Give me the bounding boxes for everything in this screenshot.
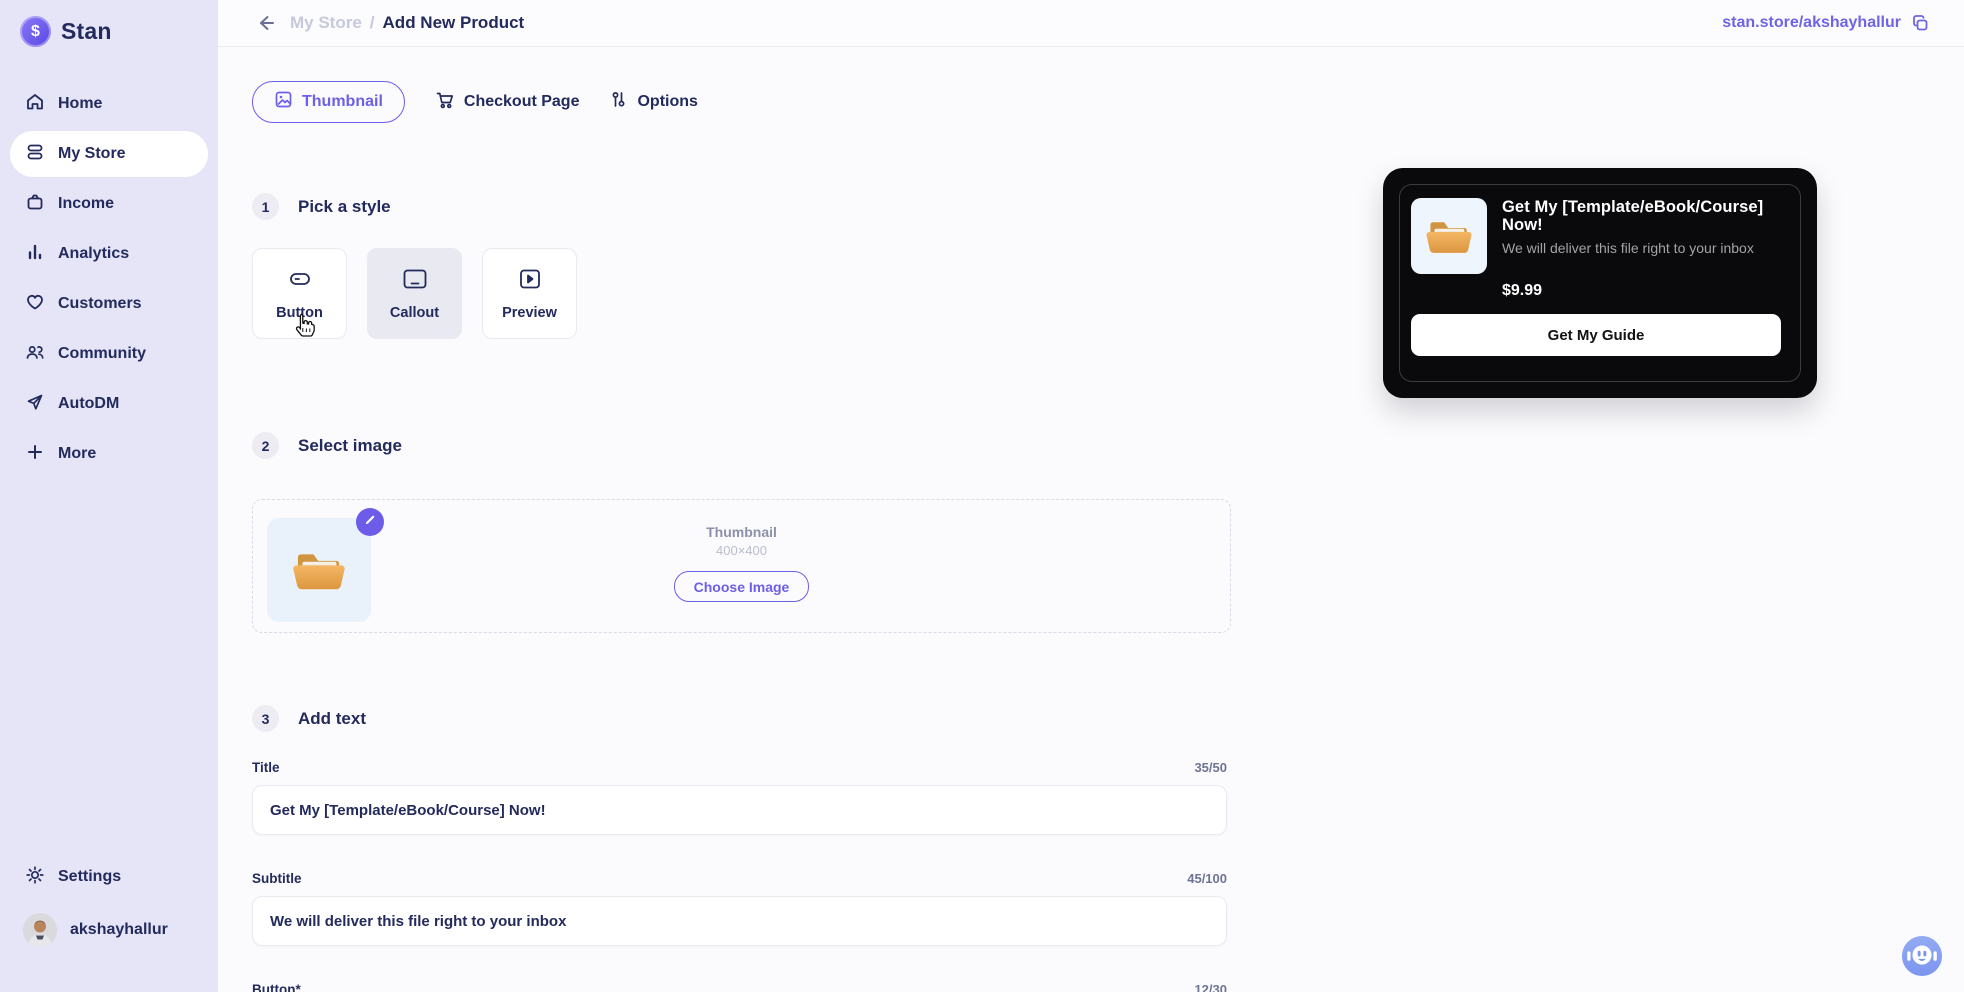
step-number-badge: 1 [252, 193, 279, 220]
sidebar-item-more[interactable]: More [10, 431, 208, 477]
step-title: Select image [298, 435, 402, 455]
title-label: Title [252, 760, 280, 775]
sidebar-item-label: Customers [58, 295, 142, 312]
preview-product-image [1411, 198, 1487, 274]
image-icon [274, 90, 293, 114]
sidebar-item-community[interactable]: Community [10, 331, 208, 377]
copy-icon[interactable] [1911, 14, 1930, 33]
preview-title: Get My [Template/eBook/Course] Now! [1502, 198, 1764, 235]
tab-bar: Thumbnail Checkout Page Options [252, 81, 698, 123]
step-number-badge: 3 [252, 705, 279, 732]
subtitle-label: Subtitle [252, 871, 302, 886]
tab-thumbnail[interactable]: Thumbnail [252, 81, 405, 123]
username: akshayhallur [70, 921, 168, 938]
brand-logo[interactable]: $ Stan [10, 16, 208, 47]
store-url-link[interactable]: stan.store/akshayhallur [1722, 14, 1901, 32]
subtitle-char-counter: 45/100 [1187, 871, 1227, 886]
step-title: Pick a style [298, 196, 391, 216]
sidebar-item-label: Community [58, 345, 146, 362]
sidebar-item-settings[interactable]: Settings [10, 854, 208, 900]
tab-label: Checkout Page [463, 93, 580, 110]
sidebar-item-income[interactable]: Income [10, 181, 208, 227]
step-3-header: 3 Add text [252, 705, 366, 732]
subtitle-field-group: Subtitle 45/100 [252, 871, 1227, 946]
style-option-label: Callout [389, 305, 440, 321]
breadcrumb-parent[interactable]: My Store [290, 13, 362, 33]
button-char-counter: 12/30 [1194, 982, 1227, 992]
preview-subtitle: We will deliver this file right to your … [1502, 239, 1754, 256]
heart-icon [25, 292, 45, 317]
tab-label: Options [637, 93, 698, 110]
image-upload-zone: Thumbnail 400×400 Choose Image [252, 499, 1231, 633]
title-input[interactable] [252, 785, 1227, 835]
sidebar-item-home[interactable]: Home [10, 81, 208, 127]
user-avatar [23, 913, 57, 947]
sidebar-item-my-store[interactable]: My Store [10, 131, 208, 177]
main-content: My Store / Add New Product stan.store/ak… [218, 0, 1964, 992]
sidebar-item-label: My Store [58, 145, 126, 162]
plus-icon [25, 442, 45, 467]
subtitle-input[interactable] [252, 896, 1227, 946]
add-text-form: Title 35/50 Subtitle 45/100 Button* 12/3… [252, 760, 1227, 992]
choose-image-button[interactable]: Choose Image [673, 571, 810, 602]
step-1-header: 1 Pick a style [252, 193, 391, 220]
breadcrumb-separator: / [369, 13, 375, 32]
people-icon [25, 342, 45, 367]
brand-name: Stan [61, 18, 112, 44]
page-title: Add New Product [382, 13, 525, 32]
sidebar-item-label: Analytics [58, 245, 130, 262]
title-field-group: Title 35/50 [252, 760, 1227, 835]
sidebar-item-autodm[interactable]: AutoDM [10, 381, 208, 427]
sidebar-item-label: Income [58, 195, 115, 212]
button-style-icon [286, 266, 314, 297]
stan-dollar-logo-icon: $ [20, 16, 51, 47]
step-title: Add text [298, 708, 366, 728]
tab-checkout-page[interactable]: Checkout Page [435, 81, 580, 123]
style-option-preview[interactable]: Preview [482, 248, 577, 339]
store-stack-icon [25, 142, 45, 167]
breadcrumb: My Store / Add New Product [290, 13, 524, 33]
sidebar-item-label: AutoDM [58, 395, 120, 412]
sidebar: $ Stan Home My Store Income Analytics Cu… [0, 0, 218, 992]
title-char-counter: 35/50 [1194, 760, 1227, 775]
bar-chart-icon [25, 242, 45, 267]
tab-label: Thumbnail [302, 93, 383, 110]
sidebar-item-analytics[interactable]: Analytics [10, 231, 208, 277]
upload-dimensions: 400×400 [716, 543, 767, 558]
sidebar-user[interactable]: akshayhallur [10, 906, 208, 954]
step-2-header: 2 Select image [252, 432, 402, 459]
preview-cta-button[interactable]: Get My Guide [1411, 314, 1781, 356]
preview-price: $9.99 [1502, 282, 1543, 299]
sidebar-item-customers[interactable]: Customers [10, 281, 208, 327]
sidebar-item-label: Settings [58, 868, 122, 885]
style-option-callout[interactable]: Callout [367, 248, 462, 339]
preview-style-icon [516, 266, 544, 297]
style-option-label: Preview [502, 305, 557, 321]
back-button[interactable] [254, 12, 276, 34]
upload-placeholder-title: Thumbnail [706, 524, 777, 540]
button-label: Button* [252, 982, 301, 992]
sidebar-item-label: Home [58, 95, 103, 112]
step-number-badge: 2 [252, 432, 279, 459]
style-option-label: Button [276, 305, 323, 321]
button-field-group: Button* 12/30 [252, 982, 1227, 992]
sliders-icon [609, 90, 628, 114]
home-icon [25, 92, 45, 117]
gear-icon [25, 865, 45, 890]
style-picker: Button Callout Preview [252, 248, 577, 339]
style-option-button[interactable]: Button [252, 248, 347, 339]
sidebar-item-label: More [58, 445, 97, 462]
send-plane-icon [25, 392, 45, 417]
wallet-icon [25, 192, 45, 217]
top-bar: My Store / Add New Product stan.store/ak… [218, 0, 1964, 47]
cart-icon [435, 90, 455, 115]
chat-widget-button[interactable] [1901, 935, 1943, 977]
tab-options[interactable]: Options [609, 81, 698, 123]
product-preview-card: Get My [Template/eBook/Course] Now! We w… [1383, 168, 1817, 398]
callout-style-icon [401, 266, 429, 297]
